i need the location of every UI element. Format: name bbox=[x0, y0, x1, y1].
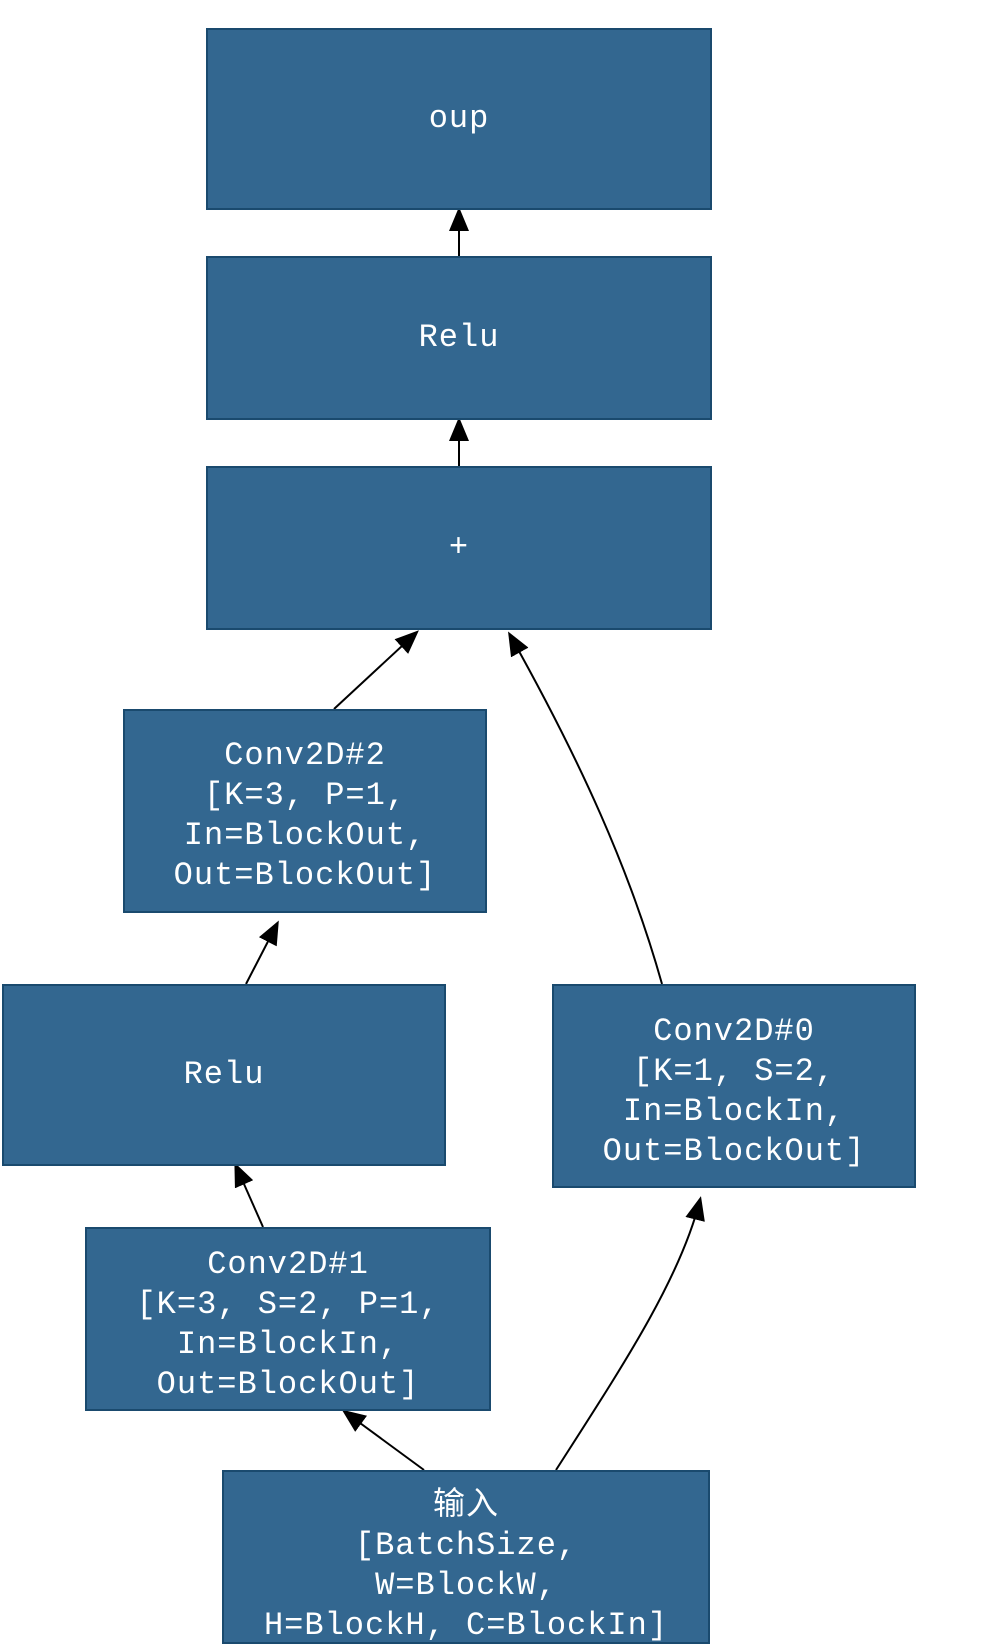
conv0-line3: In=BlockIn, bbox=[623, 1093, 845, 1130]
svg-text:In=BlockOut,: In=BlockOut, bbox=[184, 817, 426, 854]
relu-top-label: Relu bbox=[419, 319, 500, 356]
node-oup: oup bbox=[207, 29, 711, 209]
conv2-line4: Out=BlockOut] bbox=[174, 857, 437, 894]
edge-conv1-relu1 bbox=[236, 1166, 263, 1227]
node-conv0: Conv2D#0 [K=1, S=2, In=BlockIn, Out=Bloc… bbox=[553, 985, 915, 1187]
svg-text:[BatchSize,: [BatchSize, bbox=[355, 1527, 577, 1564]
input-line4: H=BlockH, C=BlockIn] bbox=[264, 1607, 668, 1644]
svg-text:+: + bbox=[449, 529, 469, 566]
network-diagram: oup Relu + Conv2D#2 [K=3, P=1, In=BlockO… bbox=[0, 0, 995, 1644]
node-relu-top: Relu bbox=[207, 257, 711, 419]
svg-text:Out=BlockOut]: Out=BlockOut] bbox=[174, 857, 437, 894]
conv2-line2: [K=3, P=1, bbox=[204, 777, 406, 814]
svg-text:[K=3, P=1,: [K=3, P=1, bbox=[204, 777, 406, 814]
node-relu-mid: Relu bbox=[3, 985, 445, 1165]
svg-text:输入: 输入 bbox=[433, 1486, 499, 1524]
node-add: + bbox=[207, 467, 711, 629]
svg-text:Conv2D#1: Conv2D#1 bbox=[207, 1246, 369, 1283]
svg-text:H=BlockH, C=BlockIn]: H=BlockH, C=BlockIn] bbox=[264, 1607, 668, 1644]
conv1-line4: Out=BlockOut] bbox=[157, 1366, 420, 1403]
svg-text:W=BlockW,: W=BlockW, bbox=[375, 1567, 557, 1604]
svg-text:In=BlockIn,: In=BlockIn, bbox=[177, 1326, 399, 1363]
node-conv2: Conv2D#2 [K=3, P=1, In=BlockOut, Out=Blo… bbox=[124, 710, 486, 912]
conv0-line1: Conv2D#0 bbox=[653, 1013, 815, 1050]
add-label: + bbox=[449, 529, 469, 566]
svg-text:Conv2D#0: Conv2D#0 bbox=[653, 1013, 815, 1050]
conv1-line1: Conv2D#1 bbox=[207, 1246, 369, 1283]
svg-text:oup: oup bbox=[429, 100, 490, 137]
conv0-line4: Out=BlockOut] bbox=[603, 1133, 866, 1170]
svg-text:Conv2D#2: Conv2D#2 bbox=[224, 737, 386, 774]
edge-conv0-add bbox=[510, 635, 662, 984]
conv2-line1: Conv2D#2 bbox=[224, 737, 386, 774]
svg-text:Relu: Relu bbox=[419, 319, 500, 356]
input-line3: W=BlockW, bbox=[375, 1567, 557, 1604]
svg-text:[K=3, S=2, P=1,: [K=3, S=2, P=1, bbox=[136, 1286, 439, 1323]
node-input: 输入 [BatchSize, W=BlockW, H=BlockH, C=Blo… bbox=[223, 1471, 709, 1644]
edge-input-conv0 bbox=[556, 1200, 700, 1470]
conv1-line3: In=BlockIn, bbox=[177, 1326, 399, 1363]
input-line1: 输入 bbox=[433, 1486, 499, 1524]
svg-text:Relu: Relu bbox=[184, 1056, 265, 1093]
svg-text:Out=BlockOut]: Out=BlockOut] bbox=[603, 1133, 866, 1170]
node-conv1: Conv2D#1 [K=3, S=2, P=1, In=BlockIn, Out… bbox=[86, 1228, 490, 1410]
svg-text:[K=1, S=2,: [K=1, S=2, bbox=[633, 1053, 835, 1090]
conv0-line2: [K=1, S=2, bbox=[633, 1053, 835, 1090]
edge-relu1-conv2 bbox=[246, 924, 277, 984]
conv2-line3: In=BlockOut, bbox=[184, 817, 426, 854]
relu-mid-label: Relu bbox=[184, 1056, 265, 1093]
oup-label: oup bbox=[429, 100, 490, 137]
svg-text:In=BlockIn,: In=BlockIn, bbox=[623, 1093, 845, 1130]
input-line2: [BatchSize, bbox=[355, 1527, 577, 1564]
edge-conv2-add bbox=[334, 633, 416, 709]
conv1-line2: [K=3, S=2, P=1, bbox=[136, 1286, 439, 1323]
edge-input-conv1 bbox=[345, 1412, 424, 1470]
svg-text:Out=BlockOut]: Out=BlockOut] bbox=[157, 1366, 420, 1403]
